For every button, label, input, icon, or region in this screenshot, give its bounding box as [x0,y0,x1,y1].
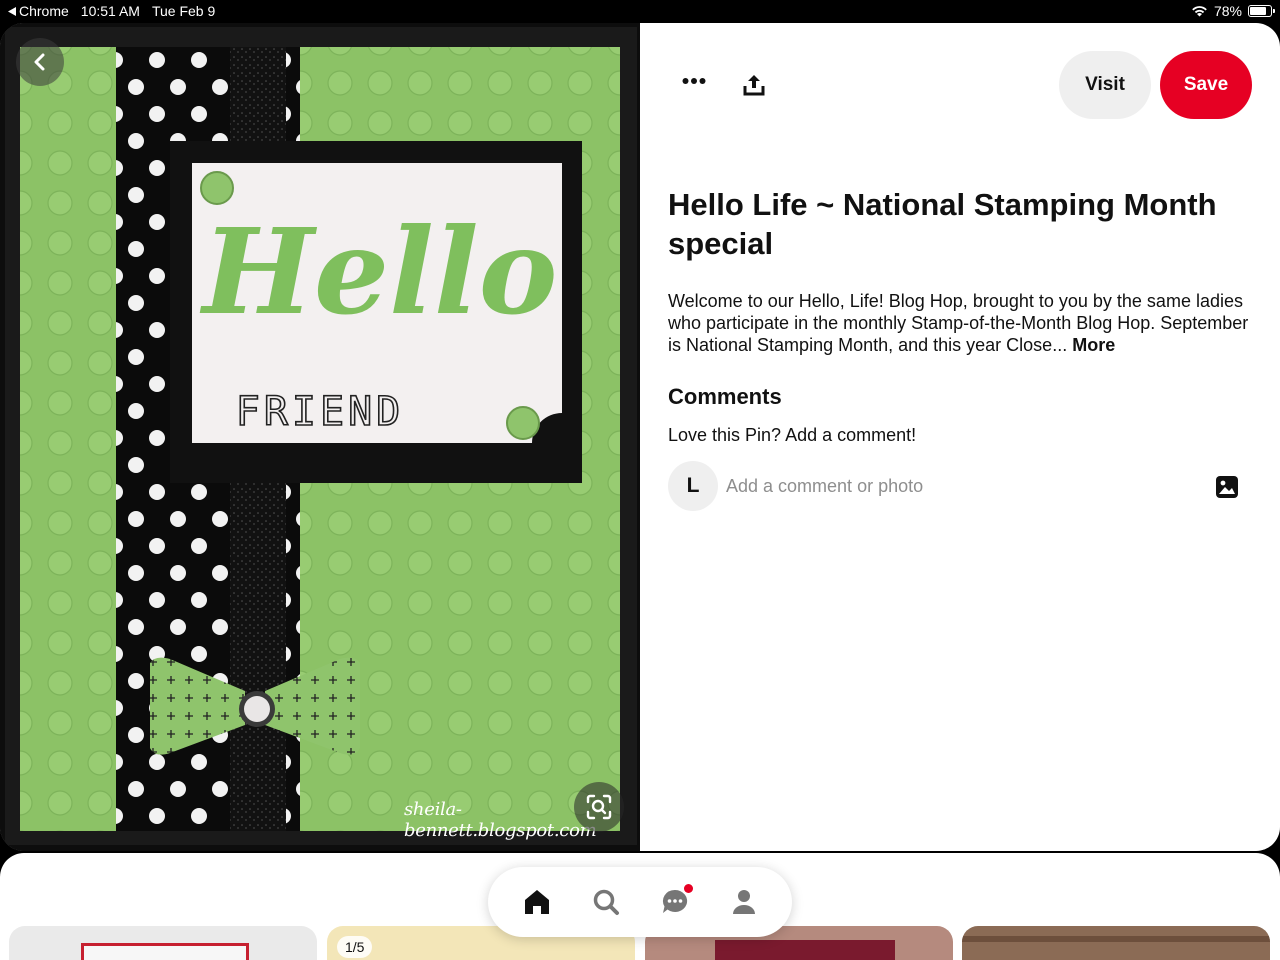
visual-search-icon [586,794,612,820]
tab-messages[interactable] [651,878,699,926]
save-button[interactable]: Save [1160,51,1252,119]
description-text: Welcome to our Hello, Life! Blog Hop, br… [668,291,1249,355]
pin-title: Hello Life ~ National Stamping Month spe… [668,187,1217,261]
notification-dot [683,884,693,893]
back-to-app[interactable]: Chrome [8,3,69,19]
carousel-badge: 1/5 [337,936,373,958]
pin-description: Welcome to our Hello, Life! Blog Hop, br… [668,290,1258,356]
related-pin-image [81,943,249,960]
back-triangle-icon [8,6,16,16]
ellipsis-icon [682,78,706,84]
status-bar: Chrome 10:51 AM Tue Feb 9 78% [0,0,1280,22]
comment-input[interactable] [726,471,1196,501]
back-app-label: Chrome [19,3,69,19]
related-pins: 1/5 [0,853,1280,960]
back-button[interactable] [16,38,64,86]
more-link[interactable]: More [1072,335,1115,355]
battery-icon [1248,5,1275,17]
pin-image[interactable]: Hello FRIEND sheila-bennett.blogspot.com [0,23,640,851]
wifi-icon [1192,6,1207,17]
tab-bar [488,867,792,937]
related-pin[interactable] [962,926,1270,960]
tab-home[interactable] [513,878,561,926]
add-photo-button[interactable] [1212,473,1242,501]
pin-details: Visit Save Hello Life ~ National Stampin… [640,23,1280,851]
battery-level [1250,7,1266,15]
friend-text: FRIEND [236,389,405,435]
chevron-left-icon [34,53,45,71]
battery-percent: 78% [1213,3,1242,19]
status-date: Tue Feb 9 [151,3,216,19]
comments-prompt: Love this Pin? Add a comment! [668,425,917,445]
status-time: 10:51 AM [80,3,140,19]
visit-button[interactable]: Visit [1059,51,1151,119]
more-options-button[interactable] [678,65,710,97]
search-icon [593,889,619,915]
card-artwork: Hello FRIEND [0,23,640,851]
greeting-text: Hello [200,202,558,341]
home-icon [524,890,549,914]
share-icon [743,75,765,96]
share-button[interactable] [738,69,770,101]
related-pin-image [962,936,1270,942]
visual-search-button[interactable] [574,782,624,832]
tab-profile[interactable] [720,878,768,926]
tab-search[interactable] [582,878,630,926]
pin-closeup: Hello FRIEND sheila-bennett.blogspot.com [0,23,1280,851]
related-pin-image [715,940,895,960]
related-pin[interactable] [9,926,317,960]
profile-icon [732,890,755,914]
messages-icon [662,889,687,913]
photo-icon [1216,476,1238,498]
comments-heading: Comments [668,384,782,409]
avatar: L [668,461,718,511]
